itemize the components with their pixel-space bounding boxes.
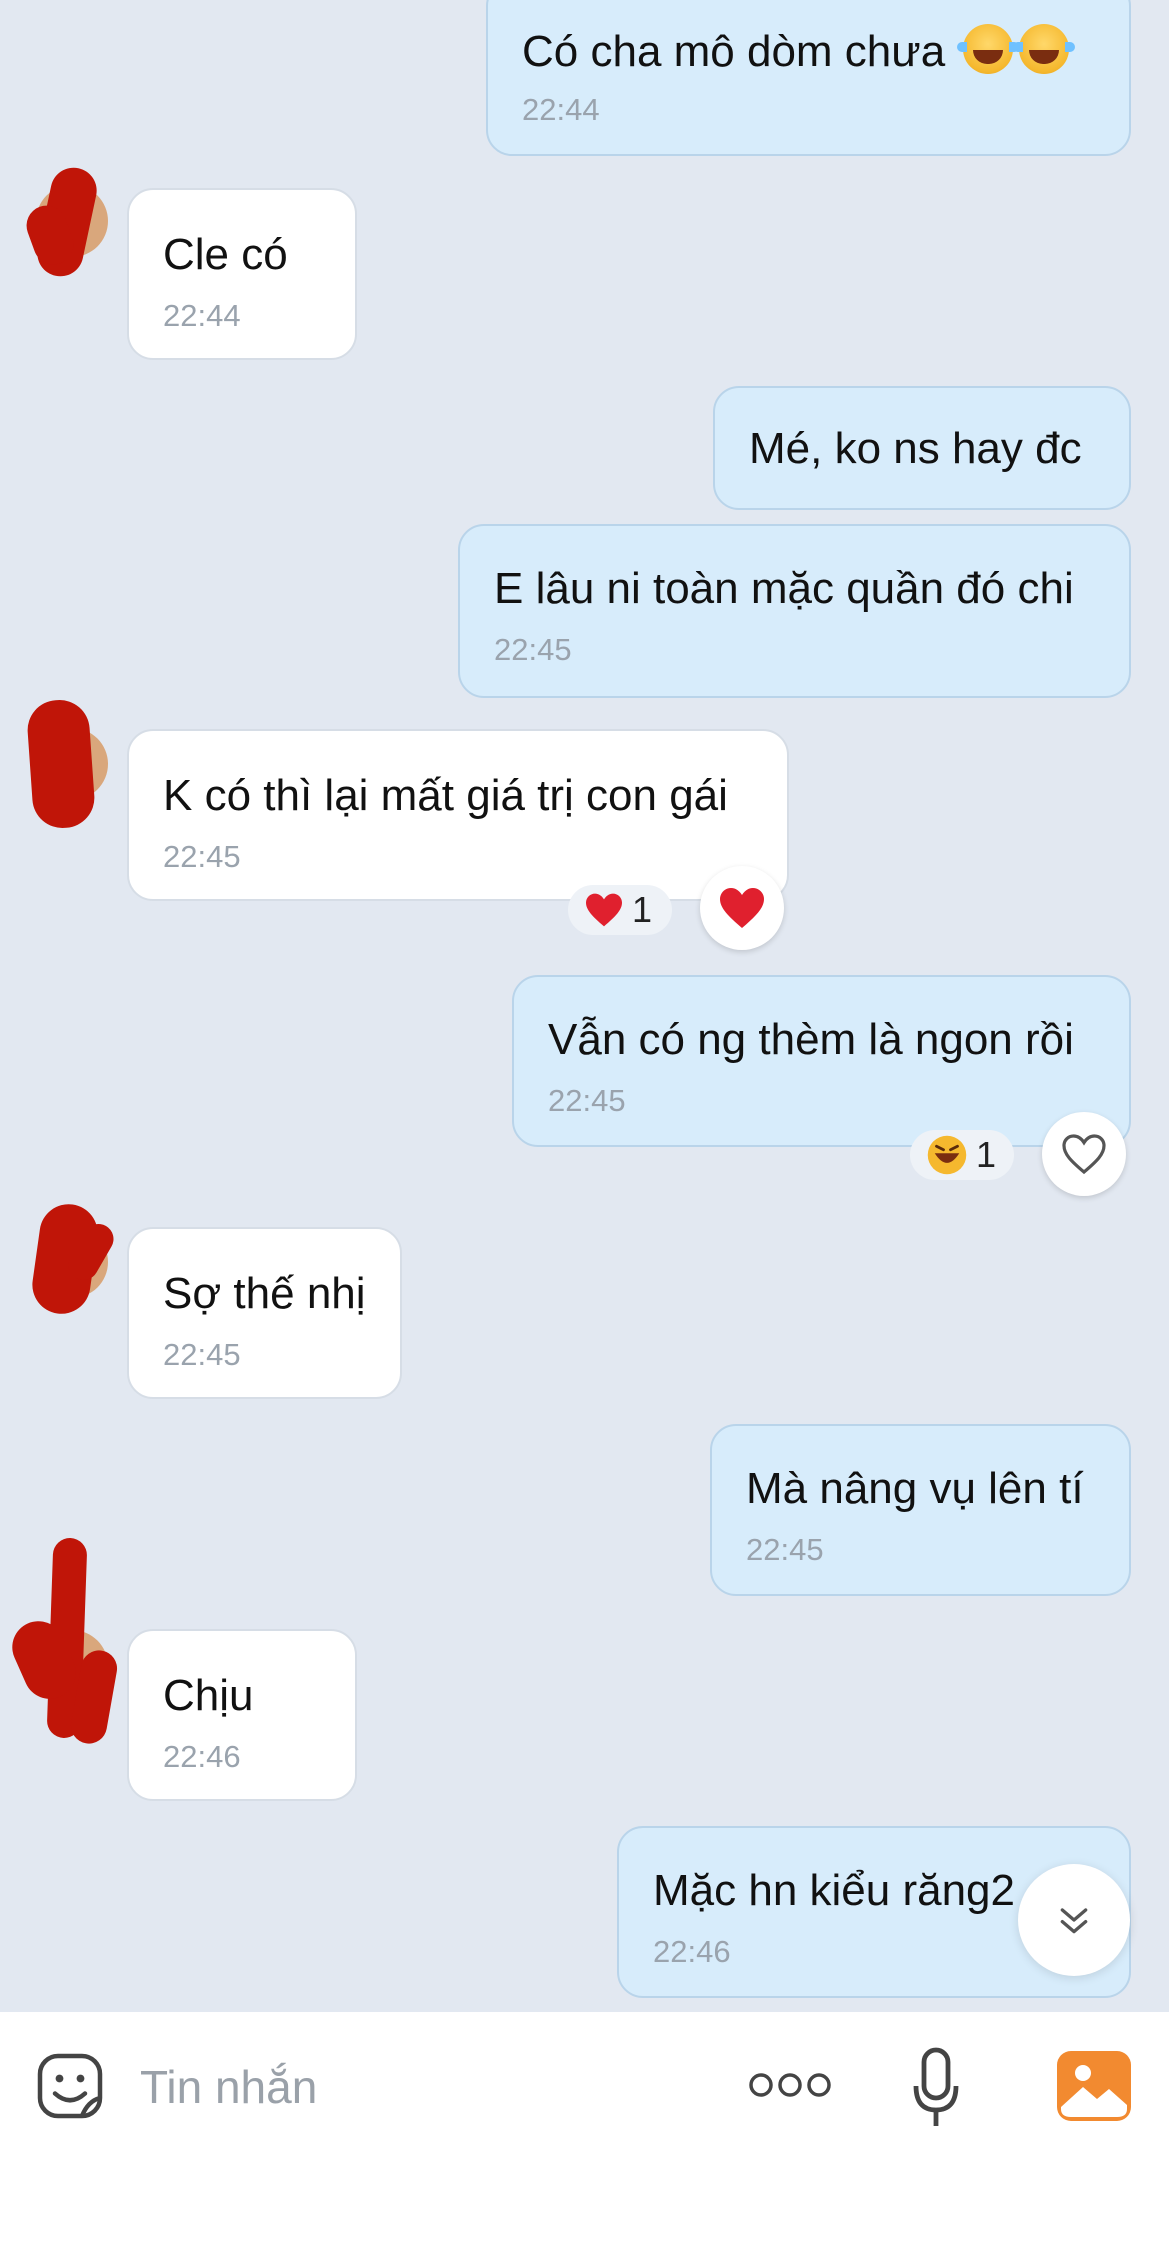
message-text: Sợ thế nhị — [163, 1269, 366, 1318]
message-bubble-incoming[interactable]: K có thì lại mất giá trị con gái 22:45 — [127, 729, 789, 901]
sticker-button[interactable] — [32, 2048, 108, 2124]
message-time: 22:44 — [163, 298, 241, 333]
image-icon — [1057, 2051, 1131, 2121]
composer-bar — [0, 2012, 1169, 2259]
more-icon — [749, 2073, 831, 2097]
reaction-summary[interactable]: 1 — [568, 885, 672, 935]
message-input[interactable] — [140, 2052, 680, 2122]
message-time: 22:45 — [746, 1532, 824, 1567]
avatar[interactable] — [3, 1537, 120, 1747]
reaction-count: 1 — [632, 889, 653, 930]
reaction-summary[interactable]: 1 — [910, 1130, 1014, 1180]
message-bubble-incoming[interactable]: Sợ thế nhị 22:45 — [127, 1227, 402, 1399]
message-time: 22:45 — [548, 1083, 626, 1118]
message-text: Vẫn có ng thèm là ngon rồi — [548, 1015, 1074, 1064]
scroll-to-bottom-button[interactable] — [1018, 1864, 1130, 1976]
heart-outline-icon — [1062, 1134, 1106, 1175]
avatar[interactable] — [28, 1200, 119, 1318]
message-text: K có thì lại mất giá trị con gái — [163, 771, 728, 820]
message-bubble-incoming[interactable]: Chịu 22:46 — [127, 1629, 357, 1801]
red-heart-icon — [586, 893, 622, 927]
message-text: Chịu — [163, 1671, 254, 1720]
laughing-tears-emoji-icon — [957, 24, 1020, 74]
react-button[interactable] — [1042, 1112, 1126, 1196]
message-bubble-outgoing[interactable]: Mà nâng vụ lên tí 22:45 — [710, 1424, 1131, 1596]
red-heart-icon — [720, 888, 764, 928]
avatar[interactable] — [25, 697, 108, 831]
message-bubble-outgoing[interactable]: E lâu ni toàn mặc quần đó chi 22:45 — [458, 524, 1131, 698]
react-button[interactable] — [700, 866, 784, 950]
message-time: 22:45 — [163, 839, 241, 874]
voice-button[interactable] — [908, 2044, 964, 2132]
message-time: 22:45 — [494, 632, 572, 667]
message-bubble-outgoing[interactable]: Mé, ko ns hay đc — [713, 386, 1131, 510]
avatar[interactable] — [20, 163, 108, 281]
laughing-tears-emoji-icon — [1013, 24, 1076, 74]
message-list[interactable]: Có cha mô dòm chưa 22:44 Cle có 22:44 Mé… — [0, 0, 1169, 2012]
message-time: 22:46 — [653, 1934, 731, 1969]
more-button[interactable] — [746, 2060, 834, 2110]
laughing-face-icon — [927, 1135, 967, 1175]
reaction-count: 1 — [976, 1134, 997, 1175]
message-bubble-outgoing[interactable]: Vẫn có ng thèm là ngon rồi 22:45 — [512, 975, 1131, 1147]
redaction-scribble — [25, 697, 97, 831]
message-text: Mà nâng vụ lên tí — [746, 1464, 1084, 1513]
message-bubble-outgoing[interactable]: Có cha mô dòm chưa 22:44 — [486, 0, 1131, 156]
message-time: 22:44 — [522, 92, 600, 127]
message-text: E lâu ni toàn mặc quần đó chi — [494, 564, 1074, 613]
message-bubble-incoming[interactable]: Cle có 22:44 — [127, 188, 357, 360]
message-text: Mặc hn kiểu răng2 — [653, 1866, 1015, 1915]
message-text: Mé, ko ns hay đc — [749, 424, 1082, 473]
message-time: 22:46 — [163, 1739, 241, 1774]
double-chevron-down-icon — [1060, 1908, 1088, 1934]
microphone-icon — [913, 2047, 959, 2126]
message-text: Cle có — [163, 230, 288, 279]
message-text: Có cha mô dòm chưa — [522, 24, 1076, 77]
message-time: 22:45 — [163, 1337, 241, 1372]
image-button[interactable] — [1056, 2050, 1132, 2122]
sticker-icon — [37, 2053, 103, 2119]
